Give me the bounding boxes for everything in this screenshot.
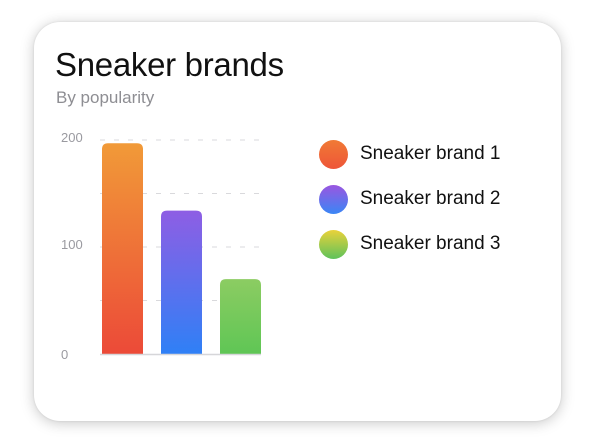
y-tick-labels: 0 100 200 (61, 130, 83, 362)
legend: Sneaker brand 1 Sneaker brand 2 Sneaker … (319, 139, 501, 274)
bar-brand-3[interactable] (220, 279, 261, 354)
y-tick-label: 200 (61, 130, 83, 145)
legend-swatch-brand-3 (319, 229, 348, 259)
legend-label-brand-1: Sneaker brand 1 (360, 143, 501, 164)
y-tick-label: 0 (61, 347, 68, 362)
bars (102, 143, 261, 354)
y-tick-label: 100 (61, 237, 83, 252)
legend-label-brand-3: Sneaker brand 3 (360, 233, 501, 254)
bar-brand-2[interactable] (161, 210, 202, 354)
chart-card: Sneaker brands By popularity 0 100 200 Sne… (34, 22, 561, 421)
legend-swatch-brand-2 (319, 184, 348, 214)
legend-item-brand-2: Sneaker brand 2 (319, 184, 501, 214)
legend-label-brand-2: Sneaker brand 2 (360, 188, 501, 209)
legend-item-brand-3: Sneaker brand 3 (319, 229, 501, 259)
legend-item-brand-1: Sneaker brand 1 (319, 139, 501, 169)
legend-swatch-brand-1 (319, 139, 348, 169)
bar-brand-1[interactable] (102, 143, 143, 354)
